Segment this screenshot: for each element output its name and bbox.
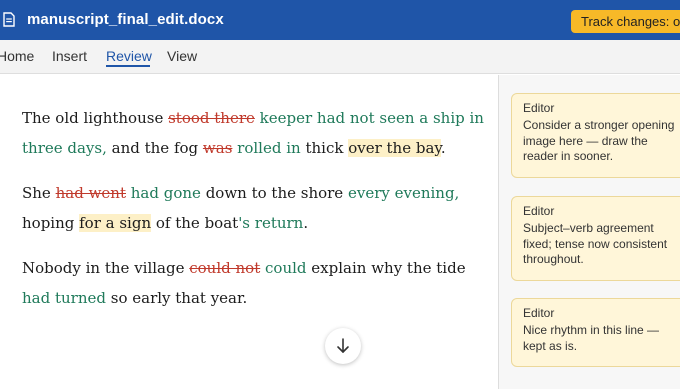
inserted-text[interactable]: had gone [131, 184, 201, 202]
inserted-text[interactable]: 's return [238, 214, 303, 232]
text-run: The old lighthouse [22, 109, 169, 127]
comment-author: Editor [523, 204, 555, 218]
inserted-text[interactable]: every evening, [348, 184, 459, 202]
comment-text: Consider a stronger opening image here —… [523, 118, 675, 163]
tab-review[interactable]: Review [106, 48, 152, 64]
arrow-down-icon [337, 338, 349, 353]
paragraph-2[interactable]: She had went had gone down to the shore … [22, 178, 492, 238]
text-run: explain why the tide [306, 259, 466, 277]
highlighted-text[interactable]: over the bay [348, 139, 441, 157]
tab-home[interactable]: Home [0, 48, 34, 64]
scroll-down-button[interactable] [325, 328, 361, 364]
track-changes-badge[interactable]: Track changes: on [571, 10, 680, 33]
comment-card[interactable]: Editor Subject–verb agreement fixed; ten… [511, 196, 680, 281]
menu-bar: Home Insert Review View [0, 40, 680, 74]
deleted-text[interactable]: was [203, 139, 232, 157]
text-run: hoping [22, 214, 80, 232]
deleted-text[interactable]: could not [189, 259, 260, 277]
text-run: and the fog [106, 139, 203, 157]
inserted-text[interactable]: rolled in [237, 139, 301, 157]
tab-insert[interactable]: Insert [52, 48, 87, 64]
active-tab-indicator [106, 65, 150, 67]
text-run: She [22, 184, 56, 202]
highlighted-text[interactable]: for a sign [79, 214, 152, 232]
comment-text: Subject–verb agreement fixed; tense now … [523, 221, 668, 266]
text-run: . [440, 139, 446, 157]
document-icon [3, 12, 15, 27]
comment-text: Nice rhythm in this line — kept as is. [523, 323, 660, 353]
deleted-text[interactable]: had went [56, 184, 126, 202]
tab-view[interactable]: View [167, 48, 197, 64]
text-run: so early that year. [105, 289, 248, 307]
comment-card[interactable]: Editor Nice rhythm in this line — kept a… [511, 298, 680, 367]
paragraph-3[interactable]: Nobody in the village could not could ex… [22, 253, 492, 313]
text-run: Nobody in the village [22, 259, 190, 277]
comment-card[interactable]: Editor Consider a stronger opening image… [511, 93, 680, 178]
text-run: down to the shore [200, 184, 348, 202]
paragraph-1[interactable]: The old lighthouse stood there keeper ha… [22, 103, 492, 163]
title-bar: manuscript_final_edit.docx Track changes… [0, 0, 680, 40]
text-run: thick [300, 139, 349, 157]
text-run: . [303, 214, 309, 232]
text-run: of the boat [151, 214, 239, 232]
document-title: manuscript_final_edit.docx [27, 11, 224, 28]
comment-author: Editor [523, 101, 555, 115]
inserted-text[interactable]: had turned [22, 289, 106, 307]
deleted-text[interactable]: stood there [168, 109, 255, 127]
comment-author: Editor [523, 306, 555, 320]
inserted-text[interactable]: could [265, 259, 307, 277]
